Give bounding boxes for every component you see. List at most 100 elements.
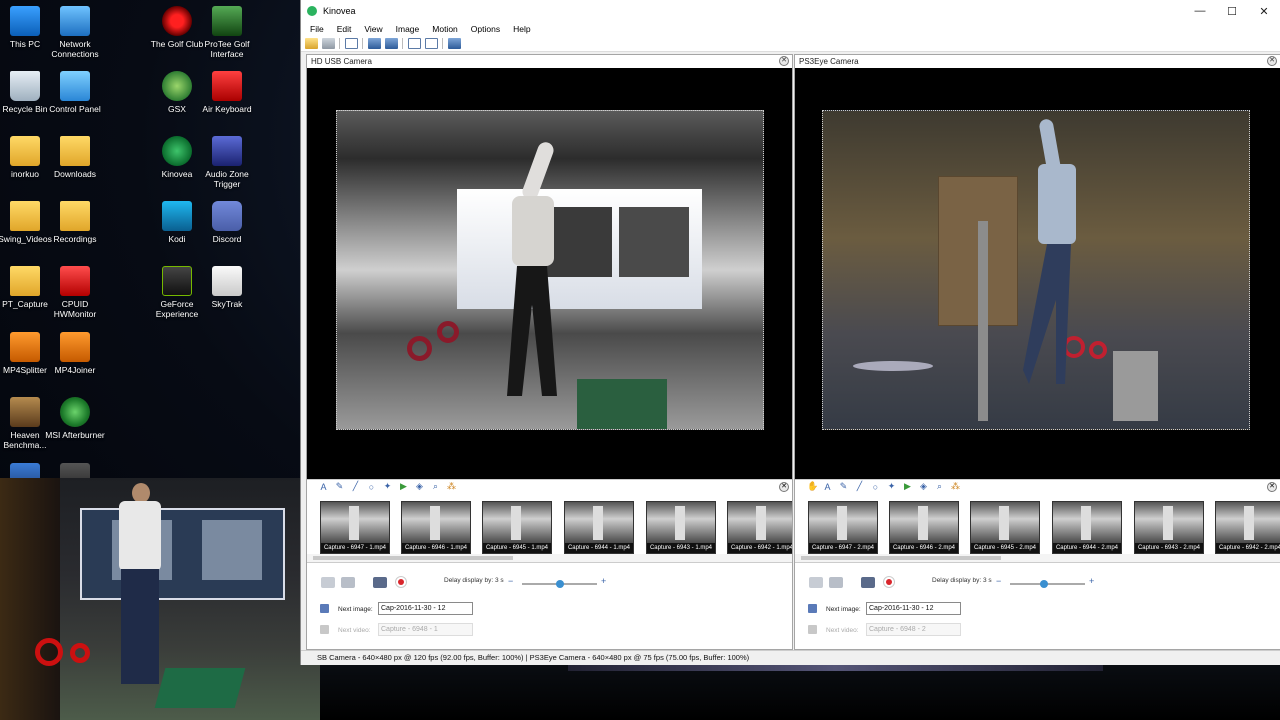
line-tool-icon[interactable]: ╱ <box>351 481 360 492</box>
angle-tool-icon[interactable]: ▶ <box>399 481 408 492</box>
next-image-input[interactable]: Cap-2016-11-30 - 12 <box>378 602 473 615</box>
maximize-button[interactable]: ☐ <box>1216 0 1248 22</box>
cross-tool-icon[interactable]: ✦ <box>383 481 392 492</box>
capture-thumbnail[interactable]: Capture - 6945 - 1.mp4 <box>482 501 552 554</box>
save-icon[interactable] <box>322 38 335 49</box>
video-viewport[interactable] <box>795 68 1280 479</box>
capture-thumbnail[interactable]: Capture - 6944 - 2.mp4 <box>1052 501 1122 554</box>
live-video-frame[interactable] <box>336 110 764 430</box>
circle-tool-icon[interactable]: ○ <box>871 482 880 492</box>
grid-tool-icon[interactable]: ◈ <box>415 481 424 492</box>
next-image-input[interactable]: Cap-2016-11-30 - 12 <box>866 602 961 615</box>
thumbnail-scrollbar[interactable] <box>795 554 1280 562</box>
capture-thumbnail[interactable]: Capture - 6943 - 2.mp4 <box>1134 501 1204 554</box>
settings-icon[interactable] <box>809 577 823 588</box>
pause-icon[interactable] <box>829 577 843 588</box>
scrollbar-thumb[interactable] <box>801 556 1001 560</box>
close-screen-icon[interactable]: ✕ <box>1267 56 1277 66</box>
desktop-icon-recordings[interactable]: Recordings <box>45 201 105 244</box>
text-tool-icon[interactable]: A <box>823 482 832 492</box>
magnifier-tool-icon[interactable]: ⌕ <box>431 481 440 492</box>
capture-thumbnail[interactable]: Capture - 6944 - 1.mp4 <box>564 501 634 554</box>
thumbnail-scrollbar[interactable] <box>307 554 792 562</box>
capture-thumbnail[interactable]: Capture - 6945 - 2.mp4 <box>970 501 1040 554</box>
desktop-icon-label: Discord <box>212 234 242 244</box>
menu-image[interactable]: Image <box>396 24 420 34</box>
record-button[interactable] <box>395 576 407 588</box>
desktop-icon-afterburner[interactable]: MSI Afterburner <box>45 397 105 440</box>
desktop-icon-hwmonitor[interactable]: CPUID HWMonitor <box>45 266 105 319</box>
text-tool-icon[interactable]: A <box>319 482 328 492</box>
two-captures-icon[interactable] <box>385 38 398 49</box>
capture-view-icon[interactable] <box>448 38 461 49</box>
one-capture-icon[interactable] <box>368 38 381 49</box>
snapshot-icon[interactable] <box>373 577 387 588</box>
menu-edit[interactable]: Edit <box>337 24 352 34</box>
angle-tool-icon[interactable]: ▶ <box>903 481 912 492</box>
record-button[interactable] <box>883 576 895 588</box>
scrollbar-thumb[interactable] <box>313 556 513 560</box>
desktop-icon-network[interactable]: Network Connections <box>45 6 105 59</box>
pause-icon[interactable] <box>341 577 355 588</box>
capture-thumbnail[interactable]: Capture - 6943 - 1.mp4 <box>646 501 716 554</box>
playback-view-icon[interactable] <box>408 38 421 49</box>
magnifier-tool-icon[interactable]: ⌕ <box>935 481 944 492</box>
single-view-icon[interactable] <box>345 38 358 49</box>
geforce-icon <box>162 266 192 296</box>
mixed-view-icon[interactable] <box>425 38 438 49</box>
desktop-icon-protee[interactable]: ProTee Golf Interface <box>197 6 257 59</box>
close-tools-icon[interactable]: ✕ <box>779 482 789 492</box>
sim-panel <box>619 207 689 277</box>
cross-tool-icon[interactable]: ✦ <box>887 481 896 492</box>
menu-view[interactable]: View <box>364 24 382 34</box>
snapshot-icon[interactable] <box>861 577 875 588</box>
close-screen-icon[interactable]: ✕ <box>779 56 789 66</box>
desktop-icon-mp4joiner[interactable]: MP4Joiner <box>45 332 105 375</box>
close-tools-icon[interactable]: ✕ <box>1267 482 1277 492</box>
minimize-button[interactable]: — <box>1184 0 1216 22</box>
delay-decrease-button[interactable]: − <box>508 576 513 586</box>
next-image-label: Next image: <box>338 606 373 613</box>
capture-thumbnail[interactable]: Capture - 6942 - 1.mp4 <box>727 501 792 554</box>
delay-slider[interactable] <box>1010 580 1085 588</box>
circle-tool-icon[interactable]: ○ <box>367 482 376 492</box>
line-tool-icon[interactable]: ╱ <box>855 481 864 492</box>
capture-thumbnail[interactable]: Capture - 6942 - 2.mp4 <box>1215 501 1280 554</box>
chrono-tool-icon[interactable]: ⁂ <box>951 481 960 492</box>
capture-thumbnail[interactable]: Capture - 6947 - 1.mp4 <box>320 501 390 554</box>
grid-tool-icon[interactable]: ◈ <box>919 481 928 492</box>
menu-help[interactable]: Help <box>513 24 530 34</box>
desktop-icon-skytrak[interactable]: SkyTrak <box>197 266 257 309</box>
delay-increase-button[interactable]: + <box>601 576 606 586</box>
chrono-tool-icon[interactable]: ⁂ <box>447 481 456 492</box>
capture-thumbnail[interactable]: Capture - 6947 - 2.mp4 <box>808 501 878 554</box>
video-viewport[interactable] <box>307 68 792 479</box>
delay-label: Delay display by: 3 s <box>932 577 992 584</box>
capture-thumbnail[interactable]: Capture - 6946 - 1.mp4 <box>401 501 471 554</box>
open-folder-icon[interactable] <box>305 38 318 49</box>
desktop-icon-discord[interactable]: Discord <box>197 201 257 244</box>
live-video-frame[interactable] <box>822 110 1250 430</box>
next-video-input[interactable]: Capture - 6948 - 1 <box>378 623 473 636</box>
delay-slider-knob[interactable] <box>1039 580 1048 588</box>
protee-icon <box>212 6 242 36</box>
delay-decrease-button[interactable]: − <box>996 576 1001 586</box>
menu-file[interactable]: File <box>310 24 324 34</box>
capture-controls: Delay display by: 3 s − + Next image: Ca… <box>795 563 1280 636</box>
hand-tool-icon[interactable]: ✋ <box>807 481 818 492</box>
capture-thumbnail[interactable]: Capture - 6946 - 2.mp4 <box>889 501 959 554</box>
pencil-tool-icon[interactable]: ✎ <box>839 481 848 492</box>
close-button[interactable]: ✕ <box>1248 0 1280 22</box>
pencil-tool-icon[interactable]: ✎ <box>335 481 344 492</box>
menu-motion[interactable]: Motion <box>432 24 458 34</box>
delay-slider-knob[interactable] <box>555 580 564 588</box>
delay-increase-button[interactable]: + <box>1089 576 1094 586</box>
desktop-icon-audio-zone[interactable]: Audio Zone Trigger <box>197 136 257 189</box>
desktop-icon-air-keyboard[interactable]: Air Keyboard <box>197 71 257 114</box>
next-video-input[interactable]: Capture - 6948 - 2 <box>866 623 961 636</box>
settings-icon[interactable] <box>321 577 335 588</box>
menu-options[interactable]: Options <box>471 24 500 34</box>
delay-slider[interactable] <box>522 580 597 588</box>
desktop-icon-downloads[interactable]: Downloads <box>45 136 105 179</box>
desktop-icon-control-panel[interactable]: Control Panel <box>45 71 105 114</box>
